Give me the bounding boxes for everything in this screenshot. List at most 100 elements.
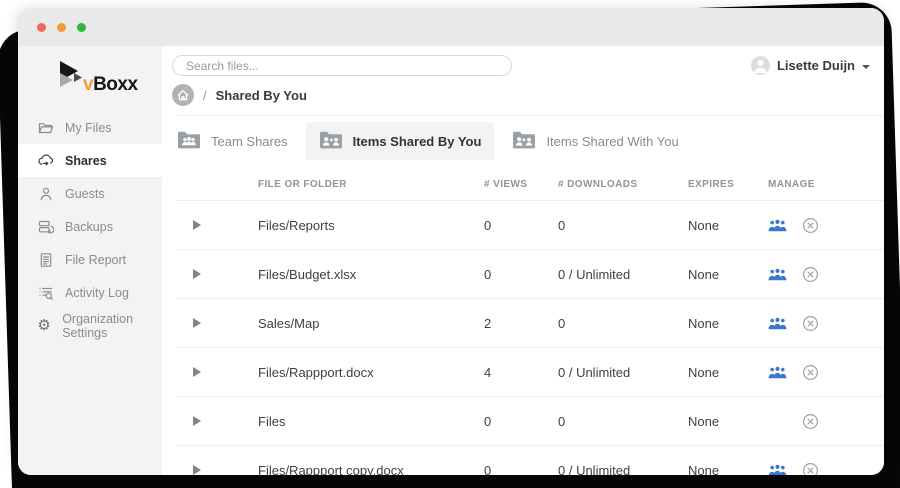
breadcrumb-separator: / bbox=[203, 88, 207, 103]
share-cloud-icon bbox=[37, 153, 54, 168]
breadcrumb-current: Shared By You bbox=[216, 88, 307, 103]
search-input[interactable] bbox=[172, 55, 512, 76]
maximize-window-button[interactable] bbox=[77, 23, 86, 32]
downloads-count: 0 bbox=[558, 316, 688, 331]
remove-share-icon[interactable] bbox=[802, 462, 819, 476]
table-row: Files/Rappport.docx 4 0 / Unlimited None bbox=[176, 347, 884, 396]
sidebar-item-label: Organization Settings bbox=[62, 312, 162, 340]
tab-items-shared-with-you[interactable]: Items Shared With You bbox=[499, 122, 691, 160]
sidebar-item-guests[interactable]: Guests bbox=[18, 177, 162, 210]
shares-table: FILE OR FOLDER # VIEWS # DOWNLOADS EXPIR… bbox=[176, 166, 884, 475]
col-expires: EXPIRES bbox=[688, 179, 768, 190]
tab-team-shares[interactable]: Team Shares bbox=[164, 122, 301, 160]
sidebar-nav: My Files Shares bbox=[18, 111, 162, 342]
manage-members-icon[interactable] bbox=[768, 464, 787, 476]
expand-row-icon[interactable] bbox=[193, 367, 201, 377]
table-row: Files/Budget.xlsx 0 0 / Unlimited None bbox=[176, 249, 884, 298]
sidebar-item-label: Guests bbox=[65, 187, 105, 201]
downloads-count: 0 / Unlimited bbox=[558, 365, 688, 380]
file-name[interactable]: Files/Reports bbox=[258, 218, 484, 233]
manage-members-icon[interactable] bbox=[768, 366, 787, 379]
table-row: Files/Rappport copy.docx 0 0 / Unlimited… bbox=[176, 445, 884, 475]
expires-value: None bbox=[688, 414, 768, 429]
remove-share-icon[interactable] bbox=[802, 364, 819, 381]
sidebar: vBoxx My Files bbox=[18, 46, 162, 475]
manage-members-icon[interactable] bbox=[768, 268, 787, 281]
sidebar-item-file-report[interactable]: File Report bbox=[18, 243, 162, 276]
table-header: FILE OR FOLDER # VIEWS # DOWNLOADS EXPIR… bbox=[176, 166, 884, 200]
views-count: 4 bbox=[484, 365, 558, 380]
file-name[interactable]: Sales/Map bbox=[258, 316, 484, 331]
tab-label: Items Shared By You bbox=[353, 134, 482, 149]
expand-row-icon[interactable] bbox=[193, 269, 201, 279]
screenshot-stage: vBoxx My Files bbox=[0, 0, 900, 488]
share-tabs: Team Shares bbox=[162, 116, 884, 166]
col-file-or-folder: FILE OR FOLDER bbox=[258, 179, 484, 190]
table-row: Files/Reports 0 0 None bbox=[176, 200, 884, 249]
views-count: 2 bbox=[484, 316, 558, 331]
sidebar-item-backups[interactable]: Backups bbox=[18, 210, 162, 243]
remove-share-icon[interactable] bbox=[802, 266, 819, 283]
expires-value: None bbox=[688, 365, 768, 380]
activity-log-icon bbox=[37, 285, 54, 301]
col-views: # VIEWS bbox=[484, 179, 558, 190]
breadcrumb: / Shared By You bbox=[162, 79, 884, 115]
downloads-count: 0 / Unlimited bbox=[558, 463, 688, 476]
home-icon[interactable] bbox=[172, 84, 194, 106]
file-name[interactable]: Files/Rappport copy.docx bbox=[258, 463, 484, 476]
remove-share-icon[interactable] bbox=[802, 413, 819, 430]
expires-value: None bbox=[688, 218, 768, 233]
avatar bbox=[751, 56, 770, 75]
expand-row-icon[interactable] bbox=[193, 318, 201, 328]
manage-members-icon[interactable] bbox=[768, 219, 787, 232]
expand-row-icon[interactable] bbox=[193, 220, 201, 230]
app-window: vBoxx My Files bbox=[18, 8, 884, 475]
tab-items-shared-by-you[interactable]: Items Shared By You bbox=[306, 122, 495, 160]
table-row: Sales/Map 2 0 None bbox=[176, 298, 884, 347]
downloads-count: 0 bbox=[558, 218, 688, 233]
expires-value: None bbox=[688, 267, 768, 282]
manage-members-icon[interactable] bbox=[768, 317, 787, 330]
sidebar-item-label: Backups bbox=[65, 220, 113, 234]
expand-row-icon[interactable] bbox=[193, 416, 201, 426]
downloads-count: 0 bbox=[558, 414, 688, 429]
document-icon bbox=[37, 252, 54, 268]
vboxx-logo[interactable]: vBoxx bbox=[53, 60, 162, 95]
sidebar-item-label: File Report bbox=[65, 253, 126, 267]
logo-prefix: v bbox=[83, 74, 93, 95]
close-window-button[interactable] bbox=[37, 23, 46, 32]
sidebar-item-my-files[interactable]: My Files bbox=[18, 111, 162, 144]
views-count: 0 bbox=[484, 218, 558, 233]
sidebar-item-label: Shares bbox=[65, 154, 107, 168]
chevron-down-icon bbox=[862, 65, 870, 69]
window-titlebar bbox=[18, 8, 884, 46]
remove-share-icon[interactable] bbox=[802, 217, 819, 234]
main-content: Lisette Duijn / Shared By You bbox=[162, 46, 884, 475]
expires-value: None bbox=[688, 316, 768, 331]
folder-icon bbox=[37, 120, 54, 136]
file-name[interactable]: Files bbox=[258, 414, 484, 429]
team-folder-icon bbox=[177, 130, 201, 152]
sidebar-item-label: Activity Log bbox=[65, 286, 129, 300]
col-manage: MANAGE bbox=[768, 179, 884, 190]
sidebar-item-shares[interactable]: Shares bbox=[18, 144, 162, 177]
views-count: 0 bbox=[484, 414, 558, 429]
downloads-count: 0 / Unlimited bbox=[558, 267, 688, 282]
minimize-window-button[interactable] bbox=[57, 23, 66, 32]
backup-icon bbox=[37, 219, 54, 235]
remove-share-icon[interactable] bbox=[802, 315, 819, 332]
views-count: 0 bbox=[484, 267, 558, 282]
expand-row-icon[interactable] bbox=[193, 465, 201, 475]
share-in-folder-icon bbox=[512, 130, 536, 152]
user-name: Lisette Duijn bbox=[777, 58, 855, 73]
tab-label: Items Shared With You bbox=[546, 134, 678, 149]
file-name[interactable]: Files/Budget.xlsx bbox=[258, 267, 484, 282]
person-icon bbox=[37, 186, 54, 202]
vboxx-logo-text: vBoxx bbox=[83, 75, 138, 94]
file-name[interactable]: Files/Rappport.docx bbox=[258, 365, 484, 380]
gear-icon: ⚙ bbox=[37, 318, 51, 333]
sidebar-item-activity-log[interactable]: Activity Log bbox=[18, 276, 162, 309]
sidebar-item-organization-settings[interactable]: ⚙ Organization Settings bbox=[18, 309, 162, 342]
user-menu[interactable]: Lisette Duijn bbox=[751, 56, 870, 75]
expires-value: None bbox=[688, 463, 768, 476]
